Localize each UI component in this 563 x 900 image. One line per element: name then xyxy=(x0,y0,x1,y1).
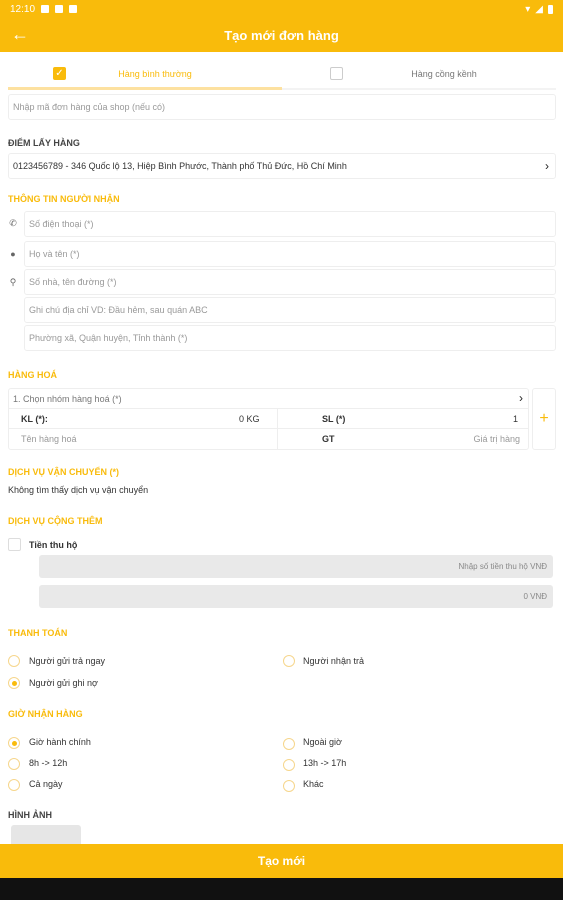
area-select[interactable]: Phường xã, Quận huyện, Tỉnh thành (*) xyxy=(24,325,556,351)
pickup-title: ĐIỂM LẤY HÀNG xyxy=(8,138,80,148)
goods-item-card: 1. Chọn nhóm hàng hoá (*) › KL (*): 0 KG… xyxy=(8,388,529,450)
goods-weight-qty-row: KL (*): 0 KG SL (*) 1 xyxy=(9,409,528,429)
time-radio-all-day[interactable] xyxy=(8,779,20,791)
payment-option-label: Người gửi trả ngay xyxy=(29,656,105,666)
battery-icon xyxy=(548,4,553,14)
goods-type-tabs: ✓ Hàng bình thường Hàng cồng kềnh xyxy=(8,60,556,90)
address-placeholder: Số nhà, tên đường (*) xyxy=(29,277,117,287)
name-input[interactable]: Họ và tên (*) xyxy=(24,241,556,267)
extra-services-title: DỊCH VỤ CỘNG THÊM xyxy=(8,516,103,526)
tab-bulky-goods[interactable]: Hàng cồng kềnh xyxy=(282,60,556,90)
cod-label: Tiền thu hộ xyxy=(29,540,78,550)
payment-radio-sender-debt[interactable] xyxy=(8,677,20,689)
order-code-placeholder: Nhập mã đơn hàng của shop (nếu có) xyxy=(13,102,165,112)
location-icon xyxy=(41,5,50,13)
payment-option-label: Người nhận trả xyxy=(303,656,364,666)
phone-input[interactable]: Số điện thoại (*) xyxy=(24,211,556,237)
app-bar: ← Tạo mới đơn hàng xyxy=(0,18,563,52)
divider xyxy=(277,429,278,449)
qty-input[interactable]: 1 xyxy=(513,414,518,424)
cod-total-display: 0 VNĐ xyxy=(39,585,553,608)
signal-icon: ◢ xyxy=(535,3,543,15)
receiver-title: THÔNG TIN NGƯỜI NHẬN xyxy=(8,194,120,204)
add-goods-button[interactable]: + xyxy=(532,388,556,450)
payment-option-label: Người gửi ghi nợ xyxy=(29,678,98,688)
time-radio-other[interactable] xyxy=(283,780,295,792)
name-placeholder: Họ và tên (*) xyxy=(29,249,80,259)
time-option-label: Giờ hành chính xyxy=(29,737,91,747)
time-radio-morning[interactable] xyxy=(8,758,20,770)
sd-card-icon xyxy=(69,5,78,13)
page-title: Tạo mới đơn hàng xyxy=(224,27,339,43)
tab-divider xyxy=(282,88,556,90)
submit-button[interactable]: Tạo mới xyxy=(0,844,563,878)
time-option-label: 13h -> 17h xyxy=(303,758,347,768)
system-nav-bar xyxy=(0,878,563,900)
time-option-label: Ngoài giờ xyxy=(303,737,342,747)
submit-label: Tạo mới xyxy=(257,854,306,868)
weight-input[interactable]: 0 KG xyxy=(239,414,260,424)
status-bar: 12:10 ▾ ◢ xyxy=(0,0,563,18)
address-input[interactable]: Số nhà, tên đường (*) xyxy=(24,269,556,295)
payment-radio-receiver-pay[interactable] xyxy=(283,655,295,667)
person-icon: ● xyxy=(10,249,16,259)
receive-time-title: GIỜ NHẬN HÀNG xyxy=(8,709,83,719)
cod-total-value: 0 VNĐ xyxy=(523,592,547,601)
goods-group-placeholder: 1. Chọn nhóm hàng hoá (*) xyxy=(13,394,122,404)
add-image-placeholder[interactable] xyxy=(11,825,81,844)
time-radio-office-hours[interactable] xyxy=(8,737,20,749)
qty-label: SL (*) xyxy=(322,414,346,424)
shipping-title: DỊCH VỤ VẬN CHUYỂN (*) xyxy=(8,467,120,477)
address-note-placeholder: Ghi chú địa chỉ VD: Đầu hẻm, sau quán AB… xyxy=(29,305,208,315)
chevron-right-icon: › xyxy=(519,391,523,405)
weight-label: KL (*): xyxy=(21,414,48,424)
wifi-icon: ▾ xyxy=(525,3,531,15)
tab-label: Hàng bình thường xyxy=(118,69,192,79)
goods-name-value-row: Tên hàng hoá GT Giá trị hàng xyxy=(9,429,528,449)
tab-normal-goods[interactable]: ✓ Hàng bình thường xyxy=(8,60,282,90)
plus-icon: + xyxy=(539,410,549,427)
divider xyxy=(277,409,278,429)
phone-icon: ✆ xyxy=(9,218,17,228)
pickup-address-select[interactable]: 0123456789 - 346 Quốc lộ 13, Hiệp Bình P… xyxy=(8,153,556,179)
area-placeholder: Phường xã, Quận huyện, Tỉnh thành (*) xyxy=(29,333,188,343)
status-time: 12:10 xyxy=(10,3,36,15)
cod-amount-placeholder: Nhập số tiền thu hộ VNĐ xyxy=(458,562,548,571)
back-arrow-icon[interactable]: ← xyxy=(10,24,30,44)
goods-value-label: GT xyxy=(322,434,335,444)
notification-icon xyxy=(55,5,64,13)
time-option-label: Khác xyxy=(303,779,324,789)
address-note-input[interactable]: Ghi chú địa chỉ VD: Đầu hẻm, sau quán AB… xyxy=(24,297,556,323)
tab-label: Hàng cồng kềnh xyxy=(411,69,477,79)
goods-value-input[interactable]: Giá trị hàng xyxy=(473,434,520,444)
time-radio-after-hours[interactable] xyxy=(283,738,295,750)
active-tab-indicator xyxy=(8,87,282,90)
payment-radio-sender-pay[interactable] xyxy=(8,655,20,667)
shipping-empty-text: Không tìm thấy dịch vụ vận chuyển xyxy=(8,485,149,495)
cod-amount-input[interactable]: Nhập số tiền thu hộ VNĐ xyxy=(39,555,553,578)
payment-title: THANH TOÁN xyxy=(8,628,68,638)
order-code-input[interactable]: Nhập mã đơn hàng của shop (nếu có) xyxy=(8,94,556,120)
time-option-label: Cả ngày xyxy=(29,779,63,789)
goods-title: HÀNG HOÁ xyxy=(8,370,57,380)
images-title: HÌNH ẢNH xyxy=(8,810,52,820)
cod-checkbox[interactable] xyxy=(8,538,21,551)
time-radio-afternoon[interactable] xyxy=(283,759,295,771)
chevron-right-icon: › xyxy=(545,159,549,173)
time-option-label: 8h -> 12h xyxy=(29,758,68,768)
goods-group-select[interactable]: 1. Chọn nhóm hàng hoá (*) › xyxy=(9,389,528,409)
goods-name-input[interactable]: Tên hàng hoá xyxy=(21,434,77,444)
pickup-address-value: 0123456789 - 346 Quốc lộ 13, Hiệp Bình P… xyxy=(13,161,347,171)
location-pin-icon: ⚲ xyxy=(9,277,17,287)
phone-placeholder: Số điện thoại (*) xyxy=(29,219,94,229)
